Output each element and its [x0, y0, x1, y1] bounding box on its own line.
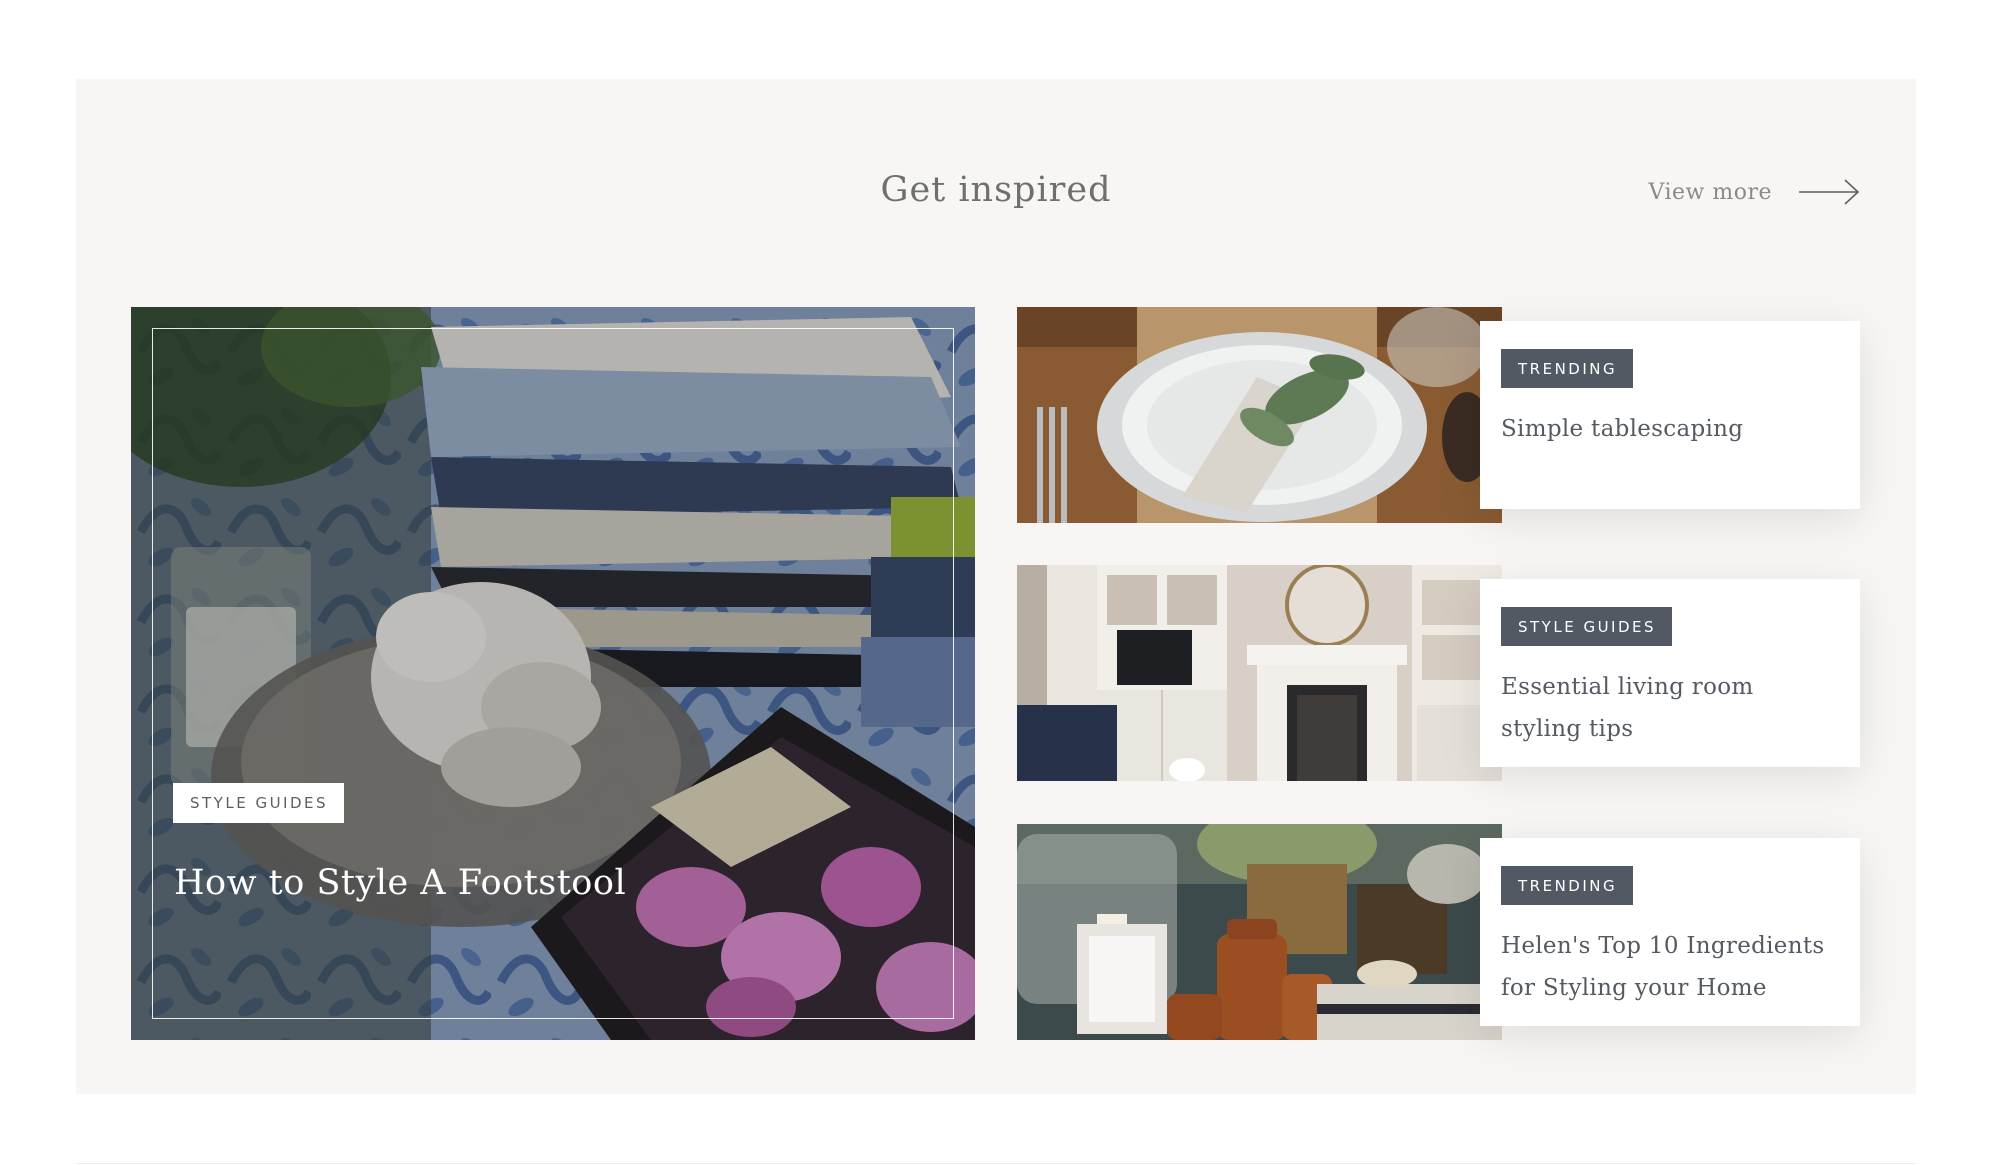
- section-title: Get inspired: [880, 170, 1112, 210]
- article-card[interactable]: STYLE GUIDES Essential living room styli…: [1017, 565, 1860, 781]
- featured-article-card[interactable]: STYLE GUIDES How to Style A Footstool: [131, 307, 975, 1040]
- article-card[interactable]: TRENDING Helen's Top 10 Ingredients for …: [1017, 824, 1860, 1040]
- get-inspired-section: Get inspired View more STYLE GUIDES How …: [76, 79, 1916, 1094]
- article-title[interactable]: Helen's Top 10 Ingredients for Styling y…: [1501, 925, 1831, 1009]
- styling-ingredients-image: [1017, 824, 1502, 1040]
- article-image: [1017, 565, 1502, 781]
- article-info: TRENDING Helen's Top 10 Ingredients for …: [1480, 838, 1860, 1026]
- article-info: TRENDING Simple tablescaping: [1480, 321, 1860, 509]
- featured-article-frame: [152, 328, 954, 1019]
- featured-article-title[interactable]: How to Style A Footstool: [174, 863, 626, 903]
- article-title[interactable]: Essential living room styling tips: [1501, 666, 1831, 750]
- view-more-link[interactable]: View more: [1648, 177, 1860, 207]
- article-image: [1017, 824, 1502, 1040]
- divider: [76, 1163, 1916, 1164]
- arrow-right-icon: [1799, 179, 1860, 205]
- article-title[interactable]: Simple tablescaping: [1501, 408, 1831, 450]
- article-tag[interactable]: TRENDING: [1501, 349, 1634, 388]
- living-room-image: [1017, 565, 1502, 781]
- tablescape-image: [1017, 307, 1502, 523]
- article-card[interactable]: TRENDING Simple tablescaping: [1017, 307, 1860, 523]
- view-more-label: View more: [1648, 179, 1772, 205]
- article-image: [1017, 307, 1502, 523]
- article-tag[interactable]: STYLE GUIDES: [1501, 607, 1673, 646]
- article-info: STYLE GUIDES Essential living room styli…: [1480, 579, 1860, 767]
- article-tag[interactable]: TRENDING: [1501, 866, 1634, 905]
- featured-article-tag[interactable]: STYLE GUIDES: [173, 783, 345, 823]
